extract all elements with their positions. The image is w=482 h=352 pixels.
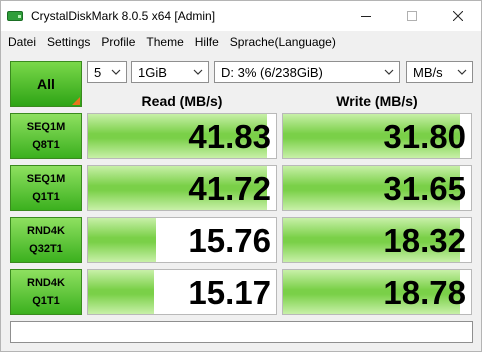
- write-result-rnd4k-q1t1: 18.78: [282, 269, 472, 315]
- write-value: 18.78: [383, 274, 466, 311]
- maximize-icon: [407, 11, 417, 21]
- write-result-seq1m-q1t1: 31.65: [282, 165, 472, 211]
- test-count-value: 5: [94, 64, 102, 80]
- close-icon: [453, 11, 463, 21]
- read-result-rnd4k-q32t1: 15.76: [87, 217, 277, 263]
- minimize-icon: [361, 15, 371, 17]
- test-button-label: SEQ1M: [26, 173, 66, 185]
- test-size-select[interactable]: 1GiB: [131, 61, 209, 83]
- write-value: 31.65: [383, 170, 466, 207]
- unit-select[interactable]: MB/s: [406, 61, 473, 83]
- drive-value: D: 3% (6/238GiB): [221, 64, 323, 80]
- crystaldiskmark-icon: [7, 9, 23, 23]
- test-button-rnd4k-q1t1[interactable]: RND4K Q1T1: [10, 269, 82, 315]
- unit-value: MB/s: [413, 64, 443, 80]
- chevron-down-icon: [456, 65, 468, 79]
- menu-bar: Datei Settings Profile Theme Hilfe Sprac…: [1, 31, 481, 53]
- test-button-label: RND4K: [27, 225, 65, 237]
- chevron-down-icon: [383, 65, 395, 79]
- test-button-sublabel: Q1T1: [32, 295, 60, 307]
- comment-field[interactable]: [10, 321, 473, 343]
- read-header: Read (MB/s): [141, 93, 223, 109]
- write-result-rnd4k-q32t1: 18.32: [282, 217, 472, 263]
- maximize-button[interactable]: [389, 1, 435, 31]
- write-value: 18.32: [383, 222, 466, 259]
- menu-hilfe[interactable]: Hilfe: [190, 35, 225, 49]
- test-button-label: SEQ1M: [26, 121, 66, 133]
- close-button[interactable]: [435, 1, 481, 31]
- read-value: 15.17: [188, 274, 271, 311]
- test-button-rnd4k-q32t1[interactable]: RND4K Q32T1: [10, 217, 82, 263]
- menu-theme[interactable]: Theme: [141, 35, 189, 49]
- read-value: 15.76: [188, 222, 271, 259]
- menu-language[interactable]: Sprache(Language): [225, 35, 342, 49]
- menu-settings[interactable]: Settings: [42, 35, 96, 49]
- write-value: 31.80: [383, 118, 466, 155]
- write-result-seq1m-q8t1: 31.80: [282, 113, 472, 159]
- read-result-seq1m-q8t1: 41.83: [87, 113, 277, 159]
- read-bar: [88, 218, 156, 262]
- test-button-label: RND4K: [27, 277, 65, 289]
- minimize-button[interactable]: [343, 1, 389, 31]
- read-result-rnd4k-q1t1: 15.17: [87, 269, 277, 315]
- read-value: 41.72: [188, 170, 271, 207]
- test-count-select[interactable]: 5: [87, 61, 127, 83]
- window-title: CrystalDiskMark 8.0.5 x64 [Admin]: [31, 9, 216, 23]
- menu-profile[interactable]: Profile: [96, 35, 141, 49]
- test-button-seq1m-q1t1[interactable]: SEQ1M Q1T1: [10, 165, 82, 211]
- test-button-sublabel: Q1T1: [32, 191, 60, 203]
- chevron-down-icon: [192, 65, 204, 79]
- test-button-sublabel: Q32T1: [29, 243, 63, 255]
- read-value: 41.83: [188, 118, 271, 155]
- read-bar: [88, 270, 154, 314]
- test-button-sublabel: Q8T1: [32, 139, 60, 151]
- corner-marker-icon: [72, 97, 80, 105]
- write-header: Write (MB/s): [336, 93, 418, 109]
- chevron-down-icon: [110, 65, 122, 79]
- all-button[interactable]: All: [10, 61, 82, 107]
- menu-datei[interactable]: Datei: [3, 35, 42, 49]
- read-result-seq1m-q1t1: 41.72: [87, 165, 277, 211]
- all-button-label: All: [37, 76, 55, 92]
- app-window: CrystalDiskMark 8.0.5 x64 [Admin] Datei …: [0, 0, 482, 352]
- test-button-seq1m-q8t1[interactable]: SEQ1M Q8T1: [10, 113, 82, 159]
- drive-select[interactable]: D: 3% (6/238GiB): [214, 61, 400, 83]
- title-bar: CrystalDiskMark 8.0.5 x64 [Admin]: [1, 1, 481, 31]
- test-size-value: 1GiB: [138, 64, 167, 80]
